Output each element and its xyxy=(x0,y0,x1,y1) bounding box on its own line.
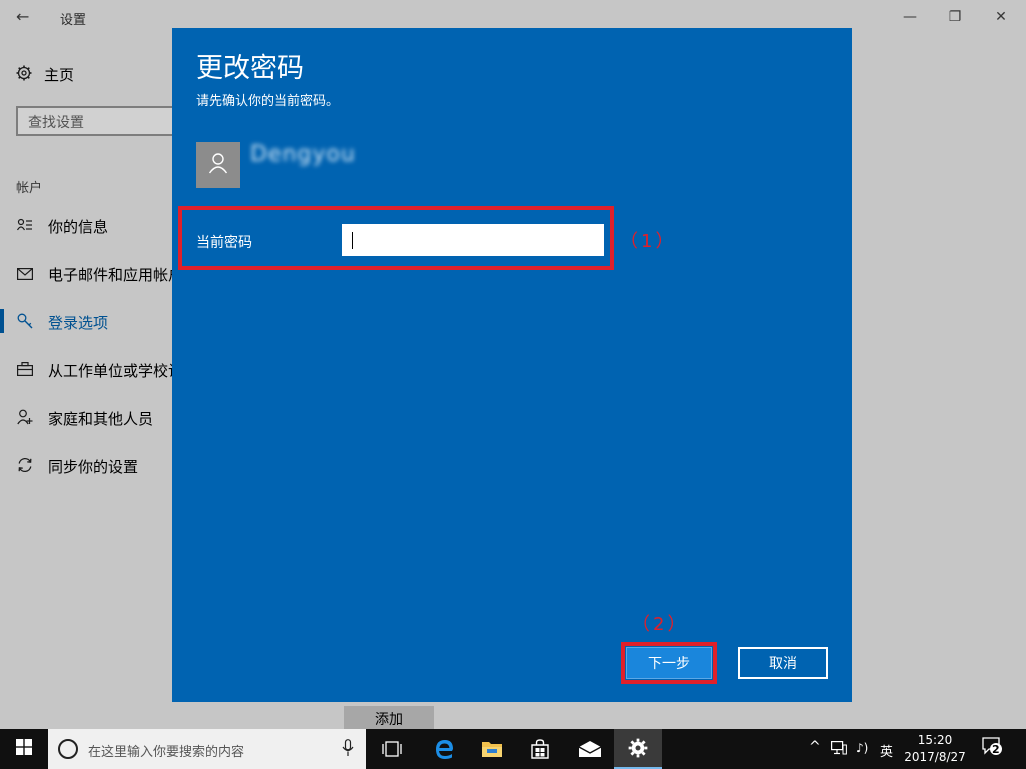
taskbar-search-box[interactable]: 在这里输入你要搜索的内容 xyxy=(48,729,366,769)
taskbar: 在这里输入你要搜索的内容 ^ ♪) 英 15:20 2017/8/27 2 xyxy=(0,729,1026,769)
tray-chevron-up-icon[interactable]: ^ xyxy=(809,739,821,755)
username-blurred: Dengyou xyxy=(250,142,356,167)
change-password-dialog: 更改密码 请先确认你的当前密码。 Dengyou 当前密码 （1） （2） 下一… xyxy=(172,28,852,702)
clock-time: 15:20 xyxy=(917,733,953,747)
notification-count-badge: 2 xyxy=(992,743,1000,756)
annotation-label-2: （2） xyxy=(632,614,689,635)
ime-indicator[interactable]: 英 xyxy=(880,741,893,760)
volume-icon[interactable]: ♪) xyxy=(856,741,868,755)
taskbar-search-placeholder: 在这里输入你要搜索的内容 xyxy=(88,745,245,760)
file-explorer-icon[interactable] xyxy=(468,729,516,769)
clock-date: 2017/8/27 xyxy=(904,750,966,764)
cancel-button[interactable]: 取消 xyxy=(738,647,828,679)
task-view-icon[interactable] xyxy=(368,729,416,769)
network-icon[interactable] xyxy=(831,741,847,758)
microphone-icon[interactable] xyxy=(342,739,354,761)
user-avatar xyxy=(196,142,240,188)
dialog-title: 更改密码 xyxy=(196,53,304,84)
windows-logo-icon xyxy=(16,739,32,759)
cortana-icon[interactable] xyxy=(58,739,78,759)
mail-app-icon[interactable] xyxy=(566,729,614,769)
store-icon[interactable] xyxy=(516,729,564,769)
dialog-subtitle: 请先确认你的当前密码。 xyxy=(196,94,340,109)
annotation-label-1: （1） xyxy=(620,231,677,252)
person-icon xyxy=(208,152,228,178)
edge-browser-icon[interactable] xyxy=(420,729,468,769)
action-center-button[interactable]: 2 xyxy=(982,737,1004,759)
settings-app-icon[interactable] xyxy=(614,729,662,769)
start-button[interactable] xyxy=(0,729,48,769)
annotation-box-1 xyxy=(178,206,614,270)
annotation-box-2 xyxy=(621,642,717,684)
system-clock[interactable]: 15:20 2017/8/27 xyxy=(904,732,966,766)
